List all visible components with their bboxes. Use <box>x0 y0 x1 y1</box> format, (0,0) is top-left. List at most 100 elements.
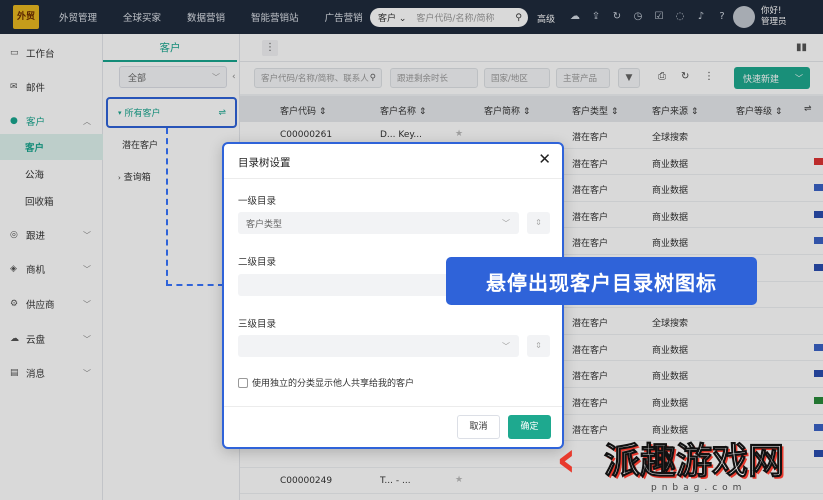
sidebar-item-message[interactable]: ▤ 消息 ﹀ <box>0 360 103 386</box>
sidebar-item-follow-up[interactable]: ◎ 跟进 ﹀ <box>0 222 103 248</box>
level1-label: 一级目录 <box>238 196 277 207</box>
col-header[interactable]: 客户代码 ⇕ <box>280 104 326 117</box>
bar-chart-icon[interactable]: ▮▮ <box>796 42 807 53</box>
level1-select[interactable]: 客户类型 ﹀ <box>238 212 519 234</box>
product-filter[interactable]: 主营产品 <box>556 68 610 88</box>
sidebar-item-customer[interactable]: 客户 <box>0 134 103 160</box>
confirm-button[interactable]: 确定 <box>508 415 551 439</box>
chevron-down-icon: ﹀ <box>83 230 91 240</box>
sidebar-item-workbench[interactable]: ▭ 工作台 <box>0 40 103 66</box>
col-header[interactable]: 客户名称 ⇕ <box>380 104 426 117</box>
close-icon[interactable]: ✕ <box>538 151 551 167</box>
cancel-button[interactable]: 取消 <box>457 415 500 439</box>
col-header[interactable]: 客户等级 ⇕ <box>736 104 782 117</box>
col-header[interactable]: 客户来源 ⇕ <box>652 104 698 117</box>
tree-settings-icon[interactable]: ⇌ <box>218 108 226 118</box>
caret-right-icon: › <box>118 174 121 182</box>
checkbox[interactable] <box>238 377 248 388</box>
nav-item[interactable]: 广告营销 <box>325 10 363 24</box>
user-info[interactable]: 你好! 管理员 <box>761 6 787 28</box>
cell-name[interactable]: D... Key... <box>380 130 422 140</box>
cloud-upload-icon[interactable]: ⇪ <box>589 10 603 24</box>
cell-source: 商业数据 <box>652 159 689 170</box>
tree-node-label: 查询箱 <box>123 173 151 183</box>
app-logo[interactable]: 外贸 <box>13 5 39 29</box>
collapse-icon[interactable]: ‹ <box>232 72 236 82</box>
share-category-checkbox[interactable]: 使用独立的分类显示他人共享给我的客户 <box>238 376 414 389</box>
table-header: 客户代码 ⇕ 客户名称 ⇕ 客户简称 ⇕ 客户类型 ⇕ 客户来源 ⇕ 客户等级 … <box>240 96 823 122</box>
sidebar-item-mail[interactable]: ✉ 邮件 <box>0 74 103 100</box>
column-settings-icon[interactable]: ⇌ <box>804 104 812 114</box>
sidebar-item-supplier[interactable]: ⚙ 供应商 ﹀ <box>0 291 103 317</box>
filter-icon[interactable]: ▼ <box>618 68 640 88</box>
tab-customer[interactable]: 客户 <box>103 34 237 62</box>
sidebar-item-label: 工作台 <box>26 49 55 60</box>
country-flag-icon <box>814 210 823 218</box>
sidebar-item-label: 云盘 <box>26 335 46 346</box>
col-header[interactable]: 客户简称 ⇕ <box>484 104 530 117</box>
top-nav: 外贸管理 全球买家 数据营销 智能营销站 广告营销 <box>59 10 389 24</box>
followup-filter[interactable]: 跟进剩余时长 <box>390 68 478 88</box>
chevron-down-icon: ﹀ <box>502 218 510 228</box>
sidebar-item-label: 客户 <box>25 143 45 154</box>
level3-select[interactable]: ﹀ <box>238 335 519 357</box>
follow-icon: ◎ <box>10 230 18 240</box>
user-role: 管理员 <box>761 17 787 27</box>
chevron-down-icon: ﹀ <box>83 368 91 378</box>
export-icon[interactable]: ⎙ <box>658 71 666 82</box>
clock-icon[interactable]: ◷ <box>631 10 645 24</box>
level1-order-stepper[interactable]: ⇕ <box>527 212 550 234</box>
nav-item[interactable]: 智能营销站 <box>251 10 299 24</box>
product-filter-placeholder: 主营产品 <box>563 74 598 84</box>
sidebar-item-cloud-disk[interactable]: ☁ 云盘 ﹀ <box>0 326 103 352</box>
col-header[interactable]: 客户类型 ⇕ <box>572 104 618 117</box>
chat-icon[interactable]: ◌ <box>673 10 687 24</box>
sidebar-item-opportunity[interactable]: ◈ 商机 ﹀ <box>0 256 103 282</box>
col-header-label: 客户类型 <box>572 107 609 117</box>
help-icon[interactable]: ? <box>715 10 729 24</box>
cell-type: 潜在客户 <box>572 372 609 383</box>
search-input[interactable]: 客户代码/名称/简称 <box>416 11 494 24</box>
watermark-text: 派趣游戏网 <box>603 441 785 483</box>
chevron-down-icon: ﹀ <box>795 73 803 83</box>
tree-root-label: 所有客户 <box>124 109 161 119</box>
watermark-url: pnbag.com <box>651 483 747 493</box>
sidebar-item-customer-group[interactable]: ● 客户 ︿ <box>0 108 103 134</box>
keyword-search-input[interactable]: 客户代码/名称/简称、联系人 ⚲ <box>254 68 382 88</box>
search-icon[interactable]: ⚲ <box>515 13 522 23</box>
quick-create-button[interactable]: 快速新建 ﹀ <box>734 67 810 89</box>
more-icon[interactable]: ⋮ <box>262 40 278 56</box>
advanced-search-link[interactable]: 高级 <box>537 12 555 25</box>
quick-create-label: 快速新建 <box>743 74 780 85</box>
sidebar: ▭ 工作台 ✉ 邮件 ● 客户 ︿ 客户 公海 回收箱 ◎ 跟进 ﹀ ◈ 商机 ﹀ ⚙ 供应商 ﹀ … <box>0 34 103 500</box>
refresh-icon[interactable]: ↻ <box>610 10 624 24</box>
chevron-down-icon: ﹀ <box>212 72 220 82</box>
sidebar-item-public-sea[interactable]: 公海 <box>0 161 103 187</box>
tree-root-all-customers[interactable]: ▾ 所有客户 ⇌ <box>106 97 237 128</box>
avatar[interactable] <box>733 6 755 28</box>
refresh-icon[interactable]: ↻ <box>681 71 689 82</box>
star-icon[interactable]: ★ <box>455 129 463 139</box>
tree-node-query-box[interactable]: › 查询箱 <box>118 170 151 183</box>
star-icon[interactable]: ★ <box>455 475 463 485</box>
level3-order-stepper[interactable]: ⇕ <box>527 335 550 357</box>
nav-item[interactable]: 全球买家 <box>123 10 161 24</box>
country-filter[interactable]: 国家/地区 <box>484 68 550 88</box>
scope-select[interactable]: 全部 ﹀ <box>119 66 227 88</box>
search-scope-select[interactable]: 客户 ⌄ <box>378 11 406 24</box>
bell-icon[interactable]: ♪ <box>694 10 708 24</box>
followup-filter-placeholder: 跟进剩余时长 <box>397 74 449 84</box>
cell-name[interactable]: T... - ... <box>380 476 411 486</box>
nav-item[interactable]: 外贸管理 <box>59 10 97 24</box>
global-search[interactable]: 客户 ⌄ 客户代码/名称/简称 ⚲ <box>370 8 528 27</box>
more-icon[interactable]: ⋮ <box>704 71 714 82</box>
country-flag-icon <box>814 264 823 271</box>
cell-source: 商业数据 <box>652 372 689 383</box>
tree-node-potential[interactable]: 潜在客户 <box>122 138 158 151</box>
sidebar-item-recycle-bin[interactable]: 回收箱 <box>0 188 103 214</box>
nav-item[interactable]: 数据营销 <box>187 10 225 24</box>
cell-type: 潜在客户 <box>572 159 609 170</box>
checklist-icon[interactable]: ☑ <box>652 10 666 24</box>
search-icon: ⚲ <box>369 73 376 83</box>
cloud-icon[interactable]: ☁ <box>568 10 582 24</box>
